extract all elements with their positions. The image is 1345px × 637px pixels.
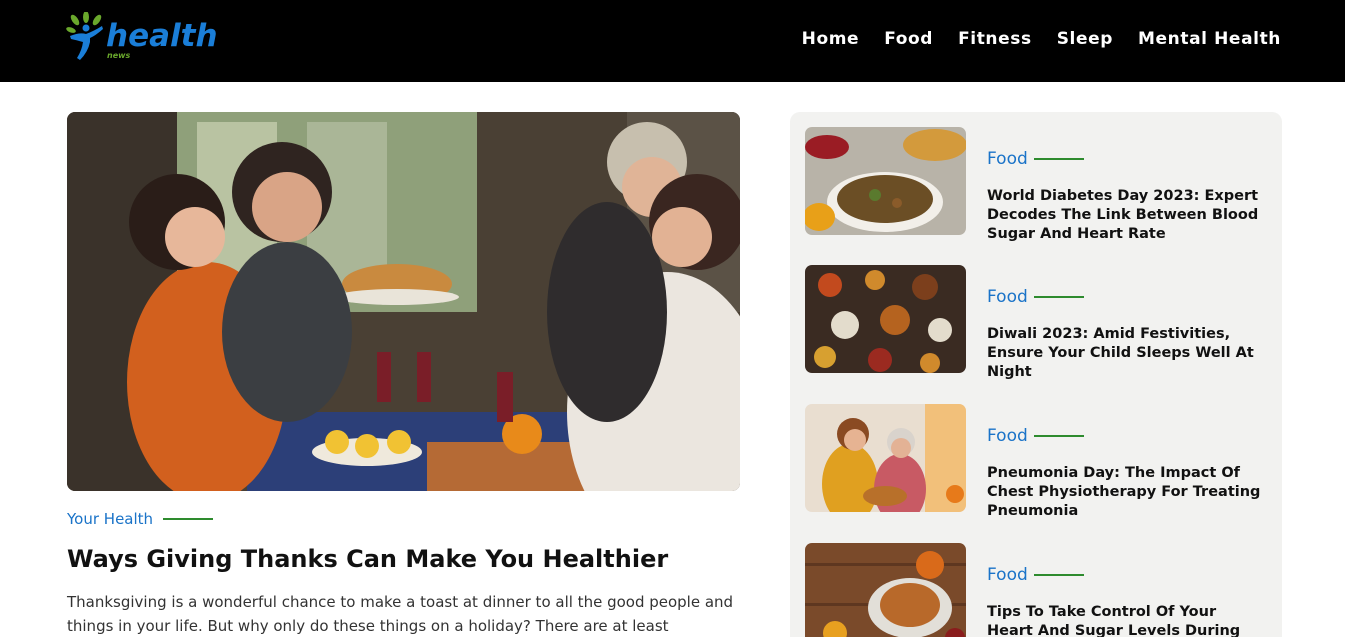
nav-home[interactable]: Home <box>802 27 860 51</box>
card-category-label[interactable]: Food <box>987 287 1028 307</box>
card-thumbnail[interactable] <box>805 265 966 373</box>
card-category: Food <box>987 149 1084 169</box>
sidebar-card[interactable]: Food World Diabetes Day 2023: Expert Dec… <box>805 127 1265 242</box>
card-title[interactable]: Pneumonia Day: The Impact Of Chest Physi… <box>987 464 1262 521</box>
card-category-label[interactable]: Food <box>987 565 1028 585</box>
nav-sleep[interactable]: Sleep <box>1057 27 1113 51</box>
category-divider <box>1033 435 1084 437</box>
hero-category: Your Health <box>67 509 214 529</box>
logo-wordmark: health <box>106 18 218 54</box>
category-divider <box>1033 574 1084 576</box>
card-title[interactable]: World Diabetes Day 2023: Expert Decodes … <box>987 187 1262 244</box>
hero-category-label[interactable]: Your Health <box>67 509 153 529</box>
nav-mental-health[interactable]: Mental Health <box>1138 27 1281 51</box>
card-thumbnail[interactable] <box>805 543 966 637</box>
hero-image[interactable] <box>67 112 740 491</box>
sidebar-card[interactable]: Food Tips To Take Control Of Your Heart … <box>805 543 1265 637</box>
card-title[interactable]: Tips To Take Control Of Your Heart And S… <box>987 603 1262 637</box>
card-category-label[interactable]: Food <box>987 149 1028 169</box>
site-logo[interactable]: health news <box>66 12 226 64</box>
category-divider <box>163 518 214 520</box>
main-nav: Home Food Fitness Sleep Mental Health <box>777 27 1281 51</box>
cooking-together-image <box>805 404 966 512</box>
card-title[interactable]: Diwali 2023: Amid Festivities, Ensure Yo… <box>987 325 1262 382</box>
hero-title[interactable]: Ways Giving Thanks Can Make You Healthie… <box>67 543 668 575</box>
hero-excerpt: Thanksgiving is a wonderful chance to ma… <box>67 593 734 635</box>
card-category: Food <box>987 426 1084 446</box>
logo-tagline: news <box>107 51 131 60</box>
roast-turkey-image <box>805 543 966 637</box>
site-header: health news Home Food Fitness Sleep Ment… <box>0 0 1345 82</box>
sidebar-card[interactable]: Food Diwali 2023: Amid Festivities, Ensu… <box>805 265 1265 380</box>
sidebar: Food World Diabetes Day 2023: Expert Dec… <box>790 112 1282 637</box>
card-category: Food <box>987 565 1084 585</box>
thanksgiving-dinner-photo <box>67 112 740 491</box>
sidebar-card[interactable]: Food Pneumonia Day: The Impact Of Chest … <box>805 404 1265 519</box>
card-category: Food <box>987 287 1084 307</box>
nav-food[interactable]: Food <box>884 27 933 51</box>
stuffing-casserole-image <box>805 127 966 235</box>
festive-table-image <box>805 265 966 373</box>
card-category-label[interactable]: Food <box>987 426 1028 446</box>
card-thumbnail[interactable] <box>805 404 966 512</box>
card-thumbnail[interactable] <box>805 127 966 235</box>
category-divider <box>1033 158 1084 160</box>
category-divider <box>1033 296 1084 298</box>
nav-fitness[interactable]: Fitness <box>958 27 1032 51</box>
